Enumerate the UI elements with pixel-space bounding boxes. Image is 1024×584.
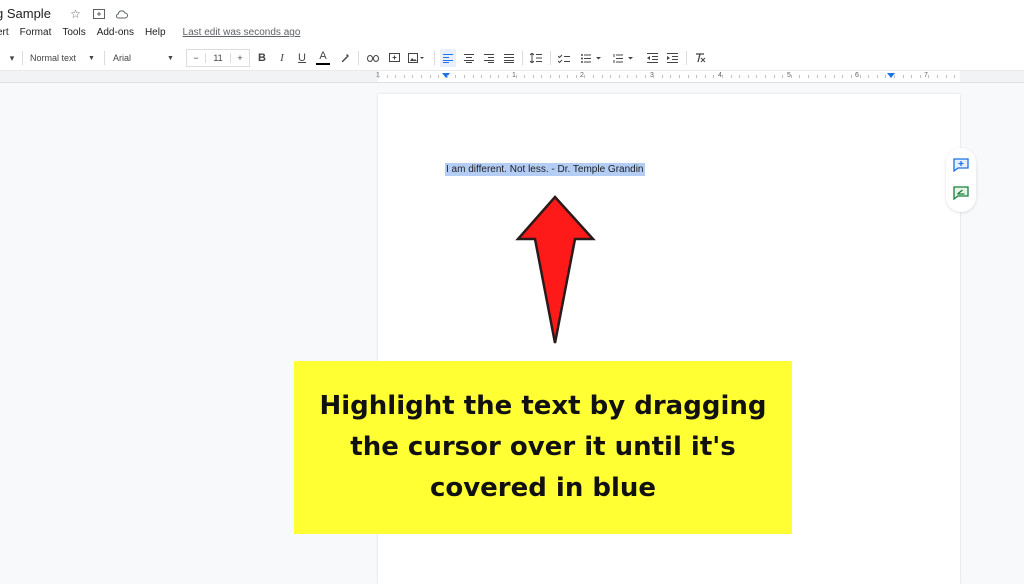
arrow-shape [515,195,596,344]
callout-text: Highlight the text by dragging the curso… [319,391,767,503]
instruction-callout: Highlight the text by dragging the curso… [294,361,792,534]
